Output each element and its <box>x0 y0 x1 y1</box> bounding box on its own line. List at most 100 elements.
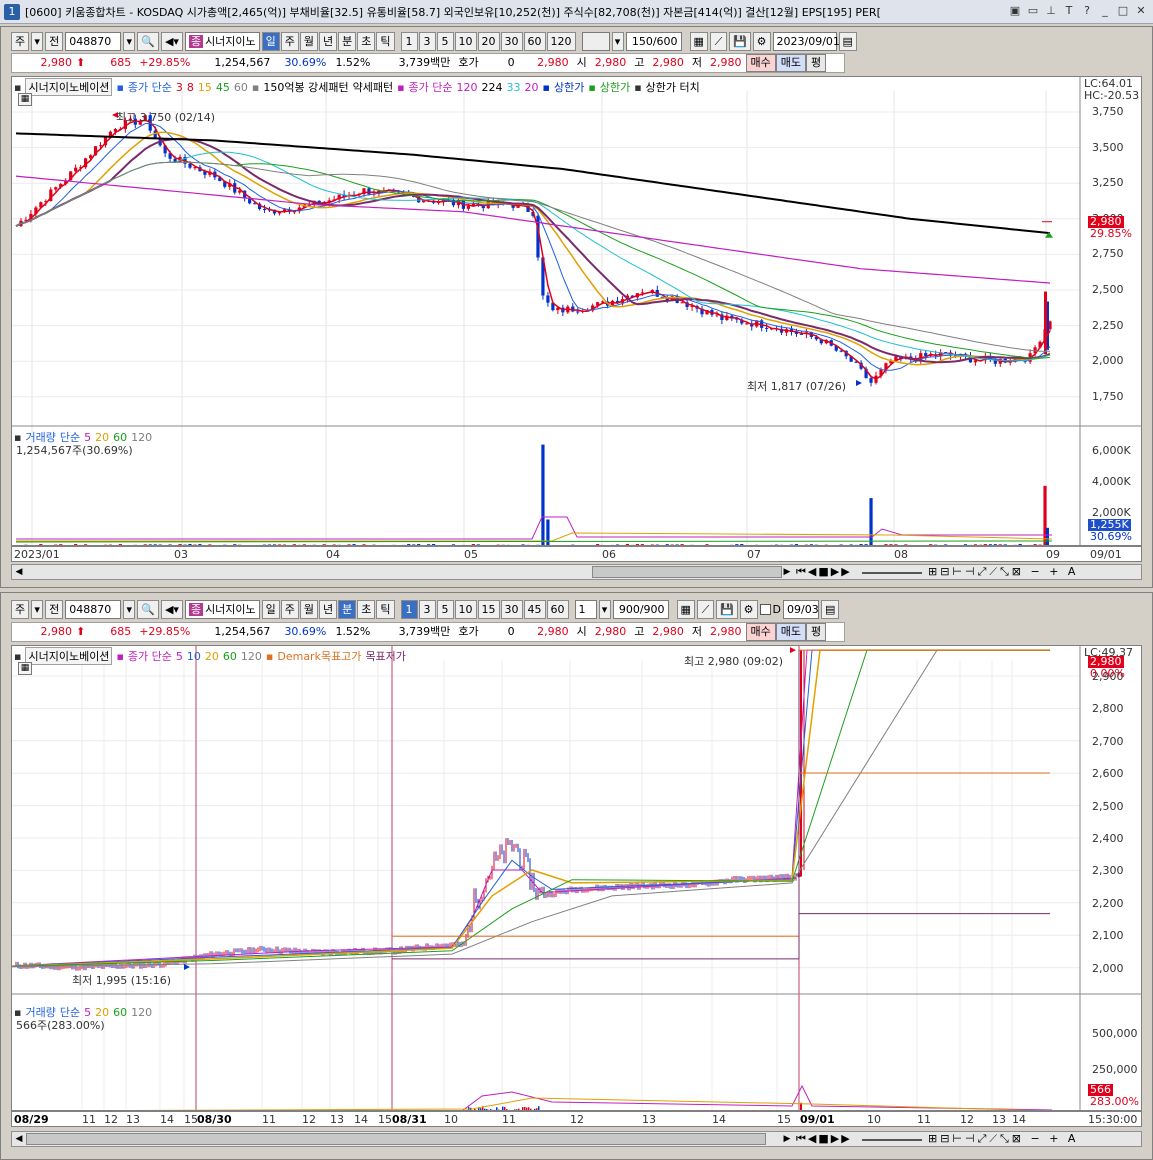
chart-tools-icon[interactable]: ▦ <box>676 599 695 619</box>
code-dropdown-icon[interactable]: ▾ <box>123 599 136 619</box>
zoom-slider[interactable] <box>862 572 922 574</box>
interval-button-7[interactable]: 60 <box>546 599 569 619</box>
period-tab-3[interactable]: 년 <box>319 31 338 51</box>
period-tab-1[interactable]: 주 <box>280 599 299 619</box>
code-input[interactable]: 048870 <box>65 599 122 619</box>
interval-button-6[interactable]: 60 <box>523 31 546 51</box>
interval-button-6[interactable]: 45 <box>523 599 546 619</box>
interval-button-1[interactable]: 3 <box>418 599 436 619</box>
period-tab-4[interactable]: 분 <box>338 599 357 619</box>
playback-controls[interactable]: ⏮◀■▶▶ <box>796 1132 852 1146</box>
interval-button-3[interactable]: 10 <box>454 599 477 619</box>
mode-select[interactable]: 주 <box>11 31 30 51</box>
playback-controls[interactable]: ⏮◀■▶▶ <box>796 565 852 579</box>
mode-select[interactable]: 주 <box>11 599 30 619</box>
scroll-left-icon[interactable]: ◀ <box>12 565 26 579</box>
eval-button[interactable]: 평 <box>806 54 827 72</box>
minimize-icon[interactable]: _ <box>1097 3 1113 19</box>
buy-button[interactable]: 매수 <box>745 623 776 641</box>
maximize-icon[interactable]: □ <box>1115 3 1131 19</box>
scroll-thumb[interactable] <box>26 1133 766 1145</box>
period-tab-6[interactable]: 틱 <box>376 31 395 51</box>
table-icon[interactable]: ▦ <box>18 93 32 106</box>
count-input[interactable]: 900/900 <box>612 599 669 619</box>
draw-tools-icon[interactable]: ⟋ <box>696 599 714 619</box>
calendar-icon[interactable]: ▤ <box>821 599 840 619</box>
interval-button-0[interactable]: 1 <box>400 31 418 51</box>
interval-button-5[interactable]: 30 <box>500 31 523 51</box>
save-icon[interactable]: 💾 <box>728 31 751 51</box>
interval-button-2[interactable]: 5 <box>436 31 454 51</box>
period-tab-4[interactable]: 분 <box>338 31 357 51</box>
help-icon[interactable]: ? <box>1079 3 1095 19</box>
interval-spin-input[interactable]: 1 <box>574 599 597 619</box>
legend-stock-name[interactable]: 시너지이노베이션 <box>25 647 113 665</box>
scroll-right-icon[interactable]: ▶ <box>780 565 794 579</box>
interval-input[interactable] <box>581 31 610 51</box>
zoom-slider[interactable] <box>862 1139 922 1141</box>
period-tab-5[interactable]: 초 <box>357 599 376 619</box>
chart-tools-icon[interactable]: ▦ <box>689 31 708 51</box>
pin-icon[interactable]: ⊥ <box>1043 3 1059 19</box>
interval-button-7[interactable]: 120 <box>546 31 576 51</box>
scroll-left-icon[interactable]: ◀ <box>12 1132 26 1146</box>
sound-icon[interactable]: ◀▾ <box>160 31 183 51</box>
buy-button[interactable]: 매수 <box>745 54 776 72</box>
prev-button[interactable]: 전 <box>45 31 64 51</box>
period-tab-0[interactable]: 일 <box>261 599 280 619</box>
top-scrollbar[interactable]: ◀ ▶ ⏮◀■▶▶ ⊞⊟⊢⊣⤢⟋⤡⊠ − + A <box>11 564 1142 580</box>
date-input[interactable]: 09/03 <box>783 599 820 619</box>
legend-stock-name[interactable]: 시너지이노베이션 <box>25 78 113 96</box>
prev-button[interactable]: 전 <box>45 599 64 619</box>
period-tab-0[interactable]: 일 <box>261 31 280 51</box>
stock-name[interactable]: 종 시너지이노 <box>184 599 260 619</box>
chart-option-icons[interactable]: ⊞⊟⊢⊣⤢⟋⤡⊠ − + A <box>928 1132 1078 1146</box>
close-icon[interactable]: ✕ <box>1133 3 1149 19</box>
calendar-icon[interactable]: ▤ <box>838 31 857 51</box>
search-icon[interactable]: 🔍 <box>137 599 159 619</box>
count-input[interactable]: 150/600 <box>625 31 682 51</box>
scroll-right-icon[interactable]: ▶ <box>780 1132 794 1146</box>
eval-button[interactable]: 평 <box>806 623 827 641</box>
mode-dropdown-icon[interactable]: ▾ <box>31 31 44 51</box>
search-icon[interactable]: 🔍 <box>137 31 159 51</box>
interval-button-5[interactable]: 30 <box>500 599 523 619</box>
bottom-scrollbar[interactable]: ◀ ▶ ⏮◀■▶▶ ⊞⊟⊢⊣⤢⟋⤡⊠ − + A <box>11 1131 1142 1147</box>
date-input[interactable]: 2023/09/01 <box>772 31 840 51</box>
interval-button-1[interactable]: 3 <box>418 31 436 51</box>
stock-name[interactable]: 종 시너지이노 <box>184 31 260 51</box>
sell-button[interactable]: 매도 <box>775 623 807 641</box>
interval-dropdown-icon[interactable]: ▾ <box>611 31 624 51</box>
period-tab-3[interactable]: 년 <box>319 599 338 619</box>
spin-dropdown-icon[interactable]: ▾ <box>598 599 611 619</box>
settings-icon[interactable]: ⚙ <box>739 599 758 619</box>
interval-button-4[interactable]: 15 <box>477 599 500 619</box>
chart-option-icons[interactable]: ⊞⊟⊢⊣⤢⟋⤡⊠ − + A <box>928 565 1078 579</box>
interval-button-4[interactable]: 20 <box>477 31 500 51</box>
settings-icon[interactable]: ⚙ <box>752 31 771 51</box>
period-tab-6[interactable]: 틱 <box>376 599 395 619</box>
d-checkbox[interactable] <box>759 603 771 615</box>
sound-icon[interactable]: ◀▾ <box>160 599 183 619</box>
window-restore-icon[interactable]: ▭ <box>1025 3 1041 19</box>
interval-button-3[interactable]: 10 <box>454 31 477 51</box>
volume-ratio: 30.69% <box>284 625 327 638</box>
table-icon[interactable]: ▦ <box>18 662 32 675</box>
interval-button-0[interactable]: 1 <box>400 599 418 619</box>
code-dropdown-icon[interactable]: ▾ <box>123 31 136 51</box>
mode-dropdown-icon[interactable]: ▾ <box>31 599 44 619</box>
draw-tools-icon[interactable]: ⟋ <box>709 31 727 51</box>
window-tile-icon[interactable]: ▣ <box>1007 3 1023 19</box>
period-tab-2[interactable]: 월 <box>299 599 319 619</box>
interval-button-2[interactable]: 5 <box>436 599 454 619</box>
period-tab-5[interactable]: 초 <box>357 31 376 51</box>
period-tab-1[interactable]: 주 <box>280 31 299 51</box>
bottom-chart-area[interactable]: ▪ 시너지이노베이션 ▪ 종가 단순 5 10 20 60 120 ▪ Demark… <box>11 645 1142 1111</box>
sell-button[interactable]: 매도 <box>775 54 807 72</box>
font-icon[interactable]: T <box>1061 3 1077 19</box>
save-icon[interactable]: 💾 <box>715 599 738 619</box>
scroll-thumb[interactable] <box>592 566 782 578</box>
period-tab-2[interactable]: 월 <box>299 31 319 51</box>
code-input[interactable]: 048870 <box>65 31 122 51</box>
top-chart-area[interactable]: ▪ 시너지이노베이션 ▪ 종가 단순 3 8 15 45 60 ▪ 150억봉 강세… <box>11 76 1142 546</box>
